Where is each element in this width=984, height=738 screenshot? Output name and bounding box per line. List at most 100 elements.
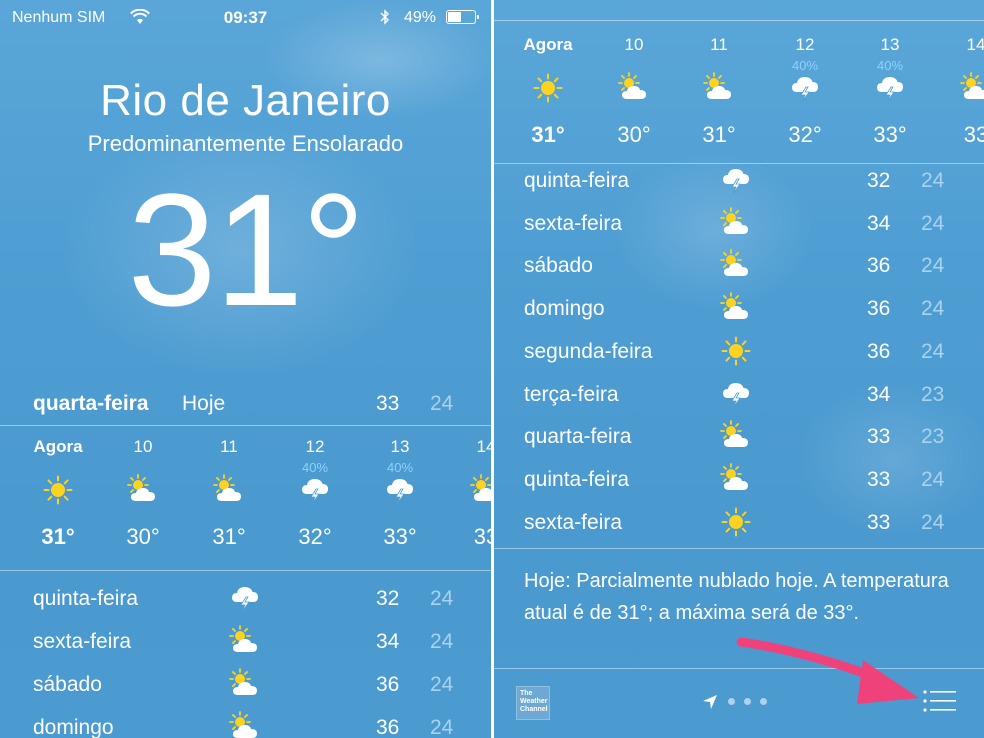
daily-row: sábado 36 24 bbox=[524, 247, 964, 287]
partly-cloudy-icon bbox=[618, 72, 650, 104]
day-name: terça-feira bbox=[524, 382, 619, 406]
partly-cloudy-icon bbox=[720, 292, 752, 324]
partly-cloudy-icon bbox=[960, 72, 984, 104]
weather-screen-scrolled: Agora 31° 10 30° 11 31° 12 40% 32° 13 40% 33° 14… bbox=[494, 0, 984, 738]
day-name: sábado bbox=[524, 254, 593, 278]
weather-channel-logo[interactable]: The Weather Channel bbox=[516, 686, 550, 720]
hour-label: 10 bbox=[624, 35, 644, 54]
sun-icon bbox=[720, 335, 752, 367]
low-temperature: 24 bbox=[921, 297, 945, 321]
daily-row: sexta-feira 34 24 bbox=[33, 623, 473, 663]
high-temperature: 36 bbox=[376, 716, 400, 738]
daily-row: domingo 36 24 bbox=[33, 709, 473, 738]
annotation-arrow bbox=[736, 637, 919, 704]
battery-percent: 49% bbox=[404, 9, 437, 26]
hourly-forecast[interactable]: Agora 31° 10 30° 11 31° 12 40% 32° 13 40% 33° 14… bbox=[0, 428, 491, 568]
battery-icon bbox=[446, 10, 479, 24]
day-name: quinta-feira bbox=[524, 169, 630, 192]
low-temperature: 23 bbox=[921, 382, 945, 406]
thunderstorm-icon bbox=[720, 164, 752, 196]
hour-temperature: 31° bbox=[41, 524, 75, 549]
thunderstorm-icon bbox=[720, 378, 752, 410]
hour-temperature: 31° bbox=[531, 122, 565, 147]
thunderstorm-icon bbox=[789, 72, 821, 104]
hour-temperature: 31° bbox=[702, 122, 736, 147]
day-name: sábado bbox=[33, 673, 102, 696]
day-name: quinta-feira bbox=[33, 587, 139, 610]
divider bbox=[494, 20, 984, 21]
low-temperature: 23 bbox=[921, 425, 945, 449]
day-name: quarta-feira bbox=[524, 425, 632, 449]
partly-cloudy-icon bbox=[229, 625, 261, 657]
high-temperature: 36 bbox=[376, 673, 400, 696]
hour-label: Agora bbox=[523, 35, 573, 54]
bluetooth-icon bbox=[380, 9, 389, 25]
hour-temperature: 33° bbox=[873, 122, 907, 147]
today-label: Hoje bbox=[182, 392, 226, 415]
hour-label: Agora bbox=[33, 437, 83, 456]
today-day: quarta-feira bbox=[33, 392, 149, 415]
daily-row: sexta-feira 34 24 bbox=[524, 205, 964, 245]
sun-icon bbox=[532, 72, 564, 104]
partly-cloudy-icon bbox=[213, 474, 245, 506]
partly-cloudy-icon bbox=[720, 249, 752, 281]
hour-temperature: 33 bbox=[473, 524, 491, 549]
list-icon[interactable] bbox=[922, 688, 958, 714]
partly-cloudy-icon bbox=[470, 474, 491, 506]
low-temperature: 24 bbox=[921, 254, 945, 278]
divider bbox=[494, 548, 984, 549]
daily-row: terça-feira 34 23 bbox=[524, 376, 964, 416]
daily-row: domingo 36 24 bbox=[524, 290, 964, 330]
thunderstorm-icon bbox=[229, 582, 261, 614]
day-name: domingo bbox=[524, 297, 605, 321]
hour-label: 12 bbox=[795, 35, 815, 54]
daily-row: quarta-feira 33 23 bbox=[524, 418, 964, 458]
partly-cloudy-icon bbox=[127, 474, 159, 506]
divider bbox=[0, 425, 491, 426]
sun-icon bbox=[720, 506, 752, 538]
partly-cloudy-icon bbox=[229, 711, 261, 738]
hour-temperature: 30° bbox=[617, 122, 651, 147]
thunderstorm-icon bbox=[384, 474, 416, 506]
precip-chance: 40% bbox=[876, 58, 904, 73]
hour-label: 14 bbox=[966, 35, 984, 54]
high-temperature: 32 bbox=[867, 169, 891, 192]
precip-chance: 40% bbox=[301, 460, 329, 475]
daily-row: sábado 36 24 bbox=[33, 666, 473, 706]
high-temperature: 36 bbox=[867, 254, 891, 278]
precip-chance: 40% bbox=[386, 460, 414, 475]
high-temperature: 33 bbox=[867, 425, 891, 449]
high-temperature: 33 bbox=[867, 467, 891, 491]
hour-temperature: 33 bbox=[963, 122, 984, 147]
today-summary-row: quarta-feira Hoje 33 24 bbox=[0, 388, 491, 420]
weather-screen-main: Nenhum SIM 09:37 49% Rio de Janeiro Pred… bbox=[0, 0, 491, 738]
daily-row: quinta-feira 32 24 bbox=[524, 162, 964, 202]
hourly-forecast[interactable]: Agora 31° 10 30° 11 31° 12 40% 32° 13 40% 33° 14… bbox=[494, 26, 984, 166]
hour-label: 10 bbox=[133, 437, 153, 456]
partly-cloudy-icon bbox=[703, 72, 735, 104]
location-arrow-icon[interactable] bbox=[702, 694, 718, 710]
low-temperature: 24 bbox=[921, 211, 945, 235]
partly-cloudy-icon bbox=[720, 206, 752, 239]
partly-cloudy-icon bbox=[229, 668, 261, 700]
today-low: 24 bbox=[430, 392, 454, 415]
hour-label: 14 bbox=[476, 437, 491, 456]
daily-row: segunda-feira 36 24 bbox=[524, 333, 964, 373]
low-temperature: 24 bbox=[921, 510, 945, 534]
page-dot[interactable] bbox=[728, 698, 735, 705]
daily-summary-text: Hoje: Parcialmente nublado hoje. A tempe… bbox=[524, 570, 949, 624]
hour-temperature: 33° bbox=[383, 524, 417, 549]
high-temperature: 32 bbox=[376, 587, 400, 610]
high-temperature: 36 bbox=[867, 297, 891, 321]
day-name: segunda-feira bbox=[524, 339, 653, 363]
status-bar: Nenhum SIM 09:37 49% bbox=[0, 0, 491, 36]
daily-row: sexta-feira 33 24 bbox=[524, 504, 964, 544]
day-name: domingo bbox=[33, 716, 114, 738]
daily-row: quinta-feira 33 24 bbox=[524, 461, 964, 501]
high-temperature: 36 bbox=[867, 339, 891, 363]
low-temperature: 24 bbox=[430, 716, 454, 738]
city-name: Rio de Janeiro bbox=[100, 76, 391, 125]
day-name: sexta-feira bbox=[33, 630, 132, 653]
low-temperature: 24 bbox=[430, 673, 454, 696]
condition-text: Predominantemente Ensolarado bbox=[87, 131, 404, 156]
